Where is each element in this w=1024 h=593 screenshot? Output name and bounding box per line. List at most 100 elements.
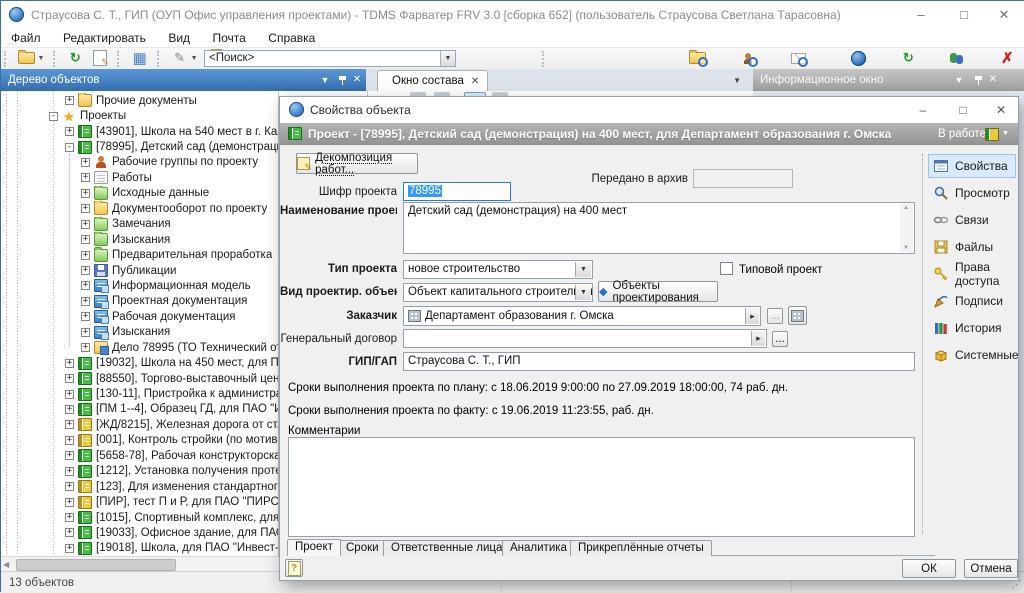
tree-item[interactable]: +Публикации [1,263,278,278]
sidebar-item-system[interactable]: Системные [928,343,1016,367]
search-users-icon[interactable] [738,48,758,68]
tree-item[interactable]: +[5658-78], Рабочая конструкторская доку… [1,448,278,463]
tree-item[interactable]: +[88550], Торгово-выставочный центр по у [1,371,278,386]
tablist-dropdown-icon[interactable]: ▼ [733,76,741,85]
tree-collapse-icon[interactable]: ▼ [317,69,333,91]
sidebar-item-properties[interactable]: Свойства [928,154,1016,178]
menu-view[interactable]: Вид [159,30,199,45]
minimize-button[interactable]: – [906,1,936,29]
expand-icon[interactable]: + [65,374,74,383]
collapse-icon[interactable]: - [49,112,58,121]
expand-icon[interactable]: + [65,127,74,136]
tree-item[interactable]: +Рабочие группы по проекту [1,155,278,170]
workgroups-icon[interactable] [948,48,968,68]
expand-icon[interactable]: + [65,467,74,476]
tree-item[interactable]: +Документооборот по проекту [1,201,278,216]
tree-item[interactable]: +[19033], Офисное здание, для ПАО "Инвес [1,525,278,540]
expand-icon[interactable]: + [65,405,74,414]
menu-help[interactable]: Справка [259,30,324,45]
status-book-icon[interactable] [985,128,999,141]
tab-project[interactable]: Проект [287,539,341,556]
tree-item[interactable]: -[78995], Детский сад (демонстрация) на … [1,139,278,154]
kind-dropdown-icon[interactable]: ▼ [575,285,591,300]
tree-item[interactable]: +[19018], Школа, для ПАО "Инвест-регион" [1,541,278,556]
expand-icon[interactable]: + [81,328,90,337]
tree-hscrollbar[interactable]: ◀ [1,556,279,571]
sign-dropdown-icon[interactable]: ▼ [190,48,199,68]
tab-responsible[interactable]: Ответственные лица [383,540,510,556]
tree-item[interactable]: +Дело 78995 (ТО Технический отдел) [1,340,278,355]
kind-select[interactable]: Объект капитального строительства ▼ [403,283,593,302]
tree-item[interactable]: +[130-11], Пристройка к административном [1,386,278,401]
dialog-close-button[interactable]: ✕ [990,97,1012,123]
tree-item[interactable]: +Рабочая документация [1,309,278,324]
tree-item[interactable]: +[ПМ 1--4], Образец ГД, для ПАО "Инвест-… [1,402,278,417]
sidebar-item-files[interactable]: Файлы [928,235,1016,259]
table-view-icon[interactable]: ▦ [130,48,150,68]
delete-icon[interactable]: ✗ [997,48,1017,68]
expand-icon[interactable]: + [81,158,90,167]
sidebar-item-history[interactable]: История [928,316,1016,340]
expand-icon[interactable]: + [81,297,90,306]
menu-mail[interactable]: Почта [204,30,255,45]
design-objects-button[interactable]: ◆ Объекты проектирования [598,281,718,302]
expand-icon[interactable]: + [81,220,90,229]
decompose-button[interactable]: Декомпозиция работ... [296,153,418,174]
sidebar-splitter[interactable] [922,154,924,534]
tree-item[interactable]: +Проектная документация [1,294,278,309]
gip-field[interactable]: Страусова С. Т., ГИП [403,352,915,371]
expand-icon[interactable]: + [65,498,74,507]
search-dropdown-icon[interactable]: ▼ [440,51,455,66]
tree-item[interactable]: +[1015], Спортивный комплекс, для ПАО "П [1,510,278,525]
refresh-object-icon[interactable]: ↻ [898,48,918,68]
customer-org-button[interactable] [788,306,807,325]
expand-icon[interactable]: + [81,173,90,182]
dialog-maximize-button[interactable]: □ [952,97,974,123]
tree-close-icon[interactable]: ✕ [349,69,365,91]
tree-item[interactable]: +[ПИР], тест П и Р, для ПАО "ПИРС", ИНН [1,494,278,509]
sign-pen-icon[interactable]: ✎ [170,48,190,68]
web-globe-icon[interactable] [849,48,869,68]
name-textarea[interactable]: Детский сад (демонстрация) на 400 мест [403,202,915,254]
info-close-icon[interactable]: ✕ [985,69,1001,91]
tree-item[interactable]: +Предварительная проработка [1,247,278,262]
expand-icon[interactable]: + [81,251,90,260]
tree-item[interactable]: -Проекты [1,108,278,123]
search-input[interactable]: <Поиск> ▼ [204,50,456,67]
tree-item[interactable]: +[19032], Школа на 450 мест, для ПАО "Ин… [1,355,278,370]
edit-object-icon[interactable] [90,48,110,68]
expand-icon[interactable]: + [81,266,90,275]
search-mail-icon[interactable] [788,48,808,68]
customer-browse-button[interactable]: ... [767,308,783,324]
help-button[interactable]: ? [285,559,303,577]
sidebar-item-signatures[interactable]: Подписи [928,289,1016,313]
collapse-icon[interactable]: - [65,143,74,152]
expand-icon[interactable]: + [65,436,74,445]
expand-icon[interactable]: + [81,204,90,213]
status-dropdown-icon[interactable]: ▼ [1002,123,1009,145]
tree-item[interactable]: +Исходные данные [1,186,278,201]
open-folder-icon[interactable] [16,48,36,68]
tab-dates[interactable]: Сроки [338,540,387,556]
expand-icon[interactable]: + [81,281,90,290]
expand-icon[interactable]: + [81,312,90,321]
contract-open-icon[interactable]: ▸ [751,331,765,346]
expand-icon[interactable]: + [81,235,90,244]
expand-icon[interactable]: + [65,96,74,105]
maximize-button[interactable]: □ [949,1,979,29]
tree-item[interactable]: +[43901], Школа на 540 мест в г. Калачин… [1,124,278,139]
close-button[interactable]: ✕ [989,1,1019,29]
tree-item[interactable]: +[ЖД/8215], Железная дорога от ст. Входн… [1,417,278,432]
ok-button[interactable]: ОК [902,559,956,578]
code-input[interactable]: 78995 [403,182,511,201]
menu-edit[interactable]: Редактировать [54,30,155,45]
expand-icon[interactable]: + [65,390,74,399]
expand-icon[interactable]: + [65,513,74,522]
expand-icon[interactable]: + [65,420,74,429]
tree-item[interactable]: +[123], Для изменения стандартного шабло [1,479,278,494]
contract-browse-button[interactable]: ... [772,331,788,347]
tree-item[interactable]: +Замечания [1,217,278,232]
open-dropdown-icon[interactable]: ▼ [36,48,45,68]
refresh-icon[interactable]: ↻ [65,48,85,68]
sidebar-item-links[interactable]: Связи [928,208,1016,232]
